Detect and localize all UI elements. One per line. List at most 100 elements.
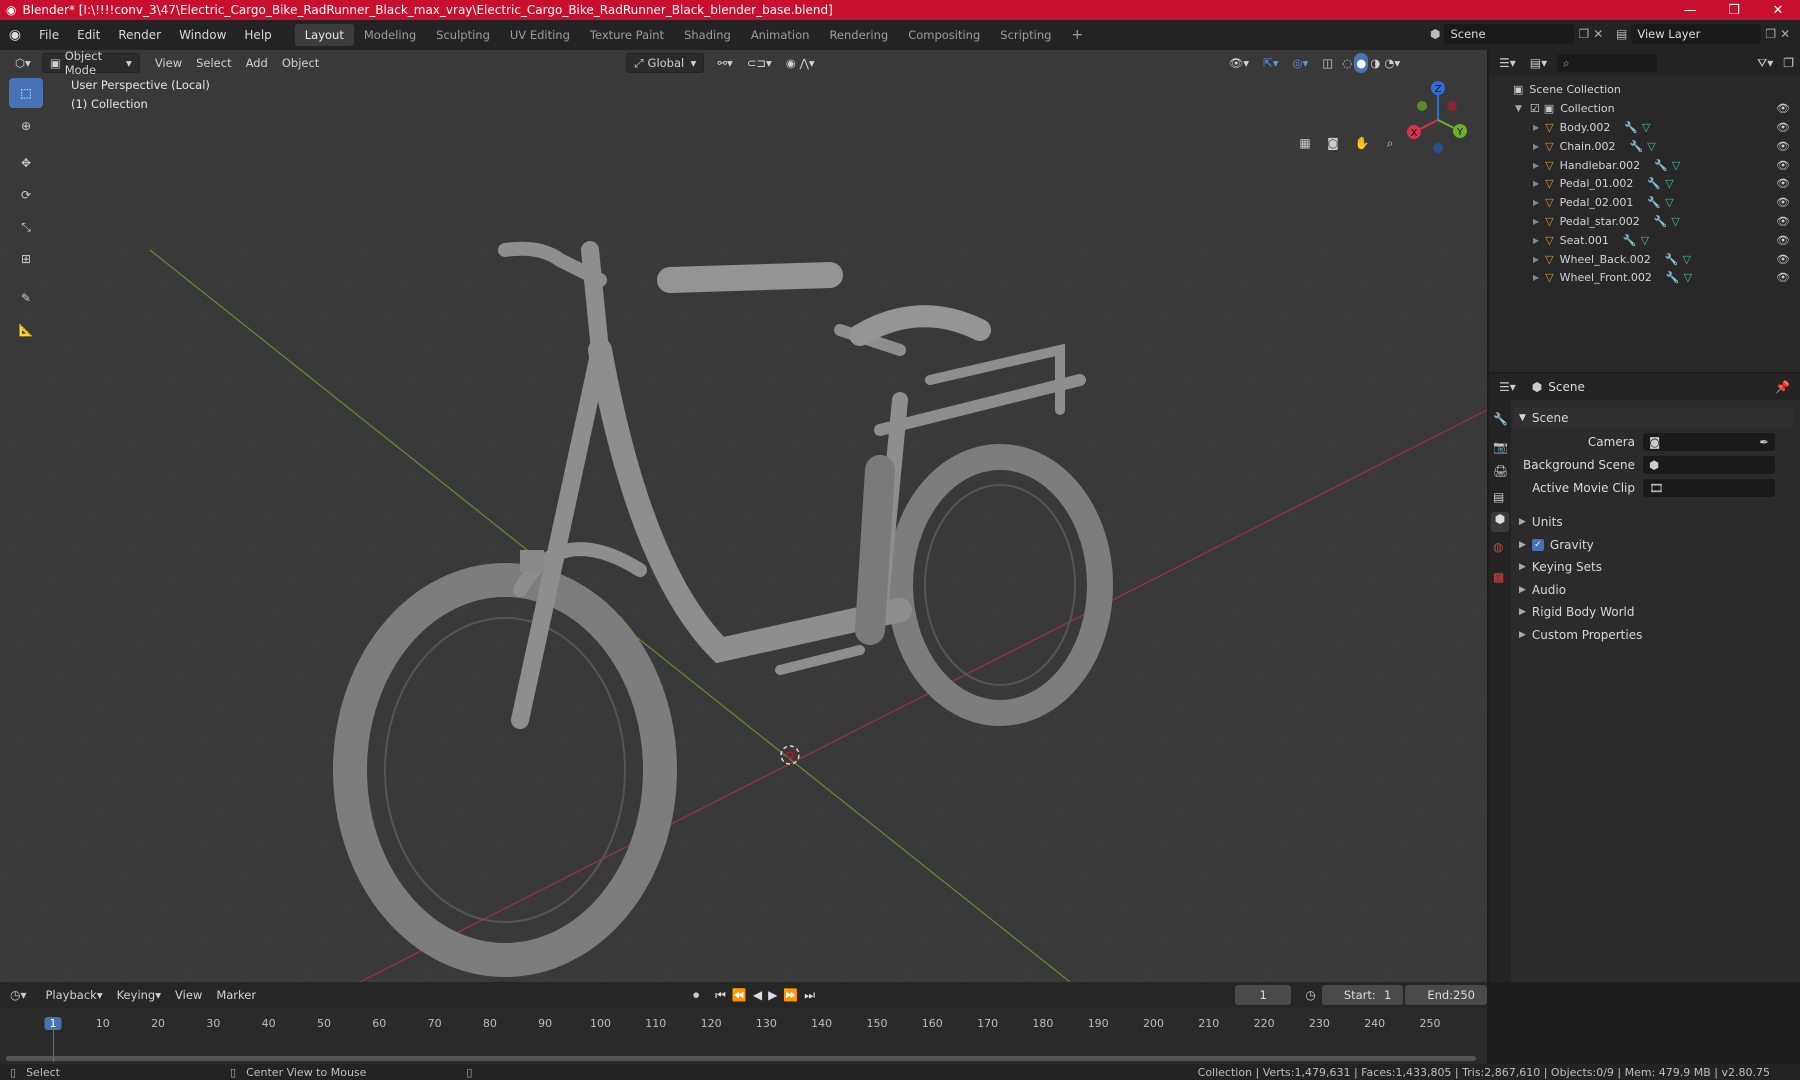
expand-arrow-icon[interactable]: ▶: [1533, 217, 1539, 226]
workspace-tab-layout[interactable]: Layout: [294, 24, 354, 46]
outliner-object-row[interactable]: ▶ ▽ Handlebar.002 🔧 ▽ 👁: [1489, 156, 1800, 175]
subpanel-units[interactable]: ▶ Units: [1513, 512, 1793, 532]
mesh-data-icon[interactable]: ▽: [1684, 271, 1692, 284]
play-reverse-button[interactable]: ◀: [753, 988, 762, 1002]
visibility-button[interactable]: 👁▾: [1222, 53, 1256, 73]
outliner-object-row[interactable]: ▶ ▽ Chain.002 🔧 ▽ 👁: [1489, 137, 1800, 156]
filter-icon[interactable]: ⛛▾: [1757, 56, 1773, 71]
world-tab[interactable]: ◍: [1493, 540, 1503, 554]
toggle-grid-button[interactable]: ▦: [1292, 130, 1318, 156]
scene-field[interactable]: Scene: [1444, 24, 1575, 44]
workspace-tab-sculpting[interactable]: Sculpting: [426, 24, 500, 46]
timeline-menu-keying[interactable]: Keying ▾: [110, 985, 168, 1005]
workspace-tab-compositing[interactable]: Compositing: [898, 24, 990, 46]
maximize-button[interactable]: ❐: [1712, 0, 1756, 20]
scene-tab[interactable]: ⬢: [1491, 512, 1509, 532]
select-box-tool[interactable]: ⬚: [9, 78, 43, 108]
editor-type-button[interactable]: ⬡▾: [8, 53, 38, 73]
pivot-point-button[interactable]: ⚯▾: [710, 53, 739, 73]
jump-end-button[interactable]: ⏭: [804, 988, 815, 1003]
outliner-search-input[interactable]: ⌕: [1557, 54, 1658, 72]
workspace-tab-shading[interactable]: Shading: [674, 24, 741, 46]
workspace-tab-rendering[interactable]: Rendering: [819, 24, 898, 46]
record-button[interactable]: ⏺: [693, 988, 699, 1003]
cursor-tool[interactable]: ⊕: [9, 111, 43, 141]
current-frame-field[interactable]: 1: [1235, 985, 1292, 1005]
camera-field[interactable]: ◙ ✒: [1643, 433, 1775, 451]
expand-arrow-icon[interactable]: ▶: [1533, 179, 1539, 188]
visibility-eye-icon[interactable]: 👁: [1776, 159, 1790, 172]
gizmo-toggle-button[interactable]: ⇱▾: [1256, 53, 1285, 73]
modifier-wrench-icon[interactable]: 🔧: [1647, 177, 1661, 190]
menu-file[interactable]: File: [30, 28, 68, 42]
camera-view-button[interactable]: ◙: [1320, 130, 1346, 156]
3d-viewport[interactable]: User Perspective (Local) (1) Collection …: [0, 50, 1487, 982]
modifier-wrench-icon[interactable]: 🔧: [1623, 234, 1637, 247]
outliner-object-row[interactable]: ▶ ▽ Wheel_Back.002 🔧 ▽ 👁: [1489, 250, 1800, 269]
blender-menu-icon[interactable]: ◉: [0, 27, 30, 43]
next-keyframe-button[interactable]: ⏩: [783, 988, 798, 1002]
mode-dropdown[interactable]: ▣ Object Mode ▾: [41, 49, 140, 77]
timeline-menu-playback[interactable]: Playback ▾: [39, 985, 110, 1005]
mesh-data-icon[interactable]: ▽: [1672, 159, 1680, 172]
outliner-object-row[interactable]: ▶ ▽ Body.002 🔧 ▽ 👁: [1489, 118, 1800, 137]
mesh-data-icon[interactable]: ▽: [1665, 196, 1673, 209]
start-frame-field[interactable]: Start: 1: [1321, 985, 1404, 1005]
new-scene-icon[interactable]: ❐: [1578, 27, 1589, 41]
mesh-data-icon[interactable]: ▽: [1642, 121, 1650, 134]
tool-tab[interactable]: 🔧: [1493, 412, 1508, 426]
outliner-object-row[interactable]: ▶ ▽ Wheel_Front.002 🔧 ▽ 👁: [1489, 268, 1800, 287]
new-collection-icon[interactable]: ❐: [1783, 56, 1794, 70]
transform-orientation-dropdown[interactable]: ⤢ Global ▾: [626, 53, 705, 73]
timeline-scrollbar[interactable]: [6, 1056, 1476, 1061]
outliner-scene-collection[interactable]: ▣ Scene Collection: [1489, 80, 1800, 99]
annotate-tool[interactable]: ✎: [9, 283, 43, 313]
jump-start-button[interactable]: ⏮: [715, 988, 726, 1003]
menu-edit[interactable]: Edit: [68, 28, 109, 42]
expand-arrow-icon[interactable]: ▶: [1533, 236, 1539, 245]
visibility-eye-icon[interactable]: 👁: [1776, 234, 1790, 247]
visibility-eye-icon[interactable]: 👁: [1776, 102, 1790, 115]
properties-editor-icon[interactable]: ☰▾: [1499, 380, 1516, 394]
outliner-collection[interactable]: ▼ ☑ ▣ Collection 👁: [1489, 99, 1800, 118]
play-button[interactable]: ▶: [768, 988, 777, 1002]
mesh-data-icon[interactable]: ▽: [1665, 177, 1673, 190]
subpanel-keying-sets[interactable]: ▶ Keying Sets: [1513, 557, 1793, 577]
close-button[interactable]: ✕: [1756, 0, 1800, 20]
wireframe-shading-button[interactable]: ◌: [1340, 53, 1354, 73]
new-view-layer-icon[interactable]: ❐: [1765, 27, 1776, 41]
material-shading-button[interactable]: ◑: [1368, 53, 1382, 73]
visibility-eye-icon[interactable]: 👁: [1776, 196, 1790, 209]
timeline-editor-icon[interactable]: ◷▾: [10, 988, 27, 1002]
viewport-menu-select[interactable]: Select: [189, 53, 238, 73]
solid-shading-button[interactable]: ●: [1354, 53, 1369, 73]
modifier-wrench-icon[interactable]: 🔧: [1654, 215, 1668, 228]
menu-render[interactable]: Render: [109, 28, 170, 42]
subpanel-audio[interactable]: ▶ Audio: [1513, 580, 1793, 600]
viewport-menu-add[interactable]: Add: [239, 53, 275, 73]
modifier-wrench-icon[interactable]: 🔧: [1630, 140, 1644, 153]
visibility-eye-icon[interactable]: 👁: [1776, 177, 1790, 190]
xray-toggle-button[interactable]: ◫: [1315, 53, 1340, 73]
snap-button[interactable]: ⊂⊐▾: [740, 53, 779, 73]
visibility-eye-icon[interactable]: 👁: [1776, 271, 1790, 284]
preview-range-icon[interactable]: ◷: [1305, 988, 1315, 1002]
outliner-editor-icon[interactable]: ☰▾: [1499, 56, 1516, 70]
mesh-data-icon[interactable]: ▽: [1647, 140, 1655, 153]
modifier-wrench-icon[interactable]: 🔧: [1624, 121, 1638, 134]
view-layer-field[interactable]: View Layer: [1631, 24, 1762, 44]
workspace-tab-animation[interactable]: Animation: [741, 24, 820, 46]
mesh-data-icon[interactable]: ▽: [1641, 234, 1649, 247]
rendered-shading-button[interactable]: ◔▾: [1382, 53, 1402, 73]
expand-arrow-icon[interactable]: ▶: [1533, 273, 1539, 282]
mesh-data-icon[interactable]: ▽: [1682, 253, 1690, 266]
display-mode-icon[interactable]: ▤▾: [1530, 56, 1547, 70]
measure-tool[interactable]: 📐: [9, 315, 43, 345]
expand-arrow-icon[interactable]: ▶: [1533, 198, 1539, 207]
pin-icon[interactable]: 📌: [1775, 380, 1790, 394]
menu-help[interactable]: Help: [235, 28, 280, 42]
background-scene-field[interactable]: ⬢: [1643, 456, 1775, 474]
collection-checkbox[interactable]: ☑: [1530, 102, 1540, 115]
output-tab[interactable]: 🖨: [1493, 464, 1508, 478]
texture-tab[interactable]: ▩: [1493, 570, 1504, 584]
